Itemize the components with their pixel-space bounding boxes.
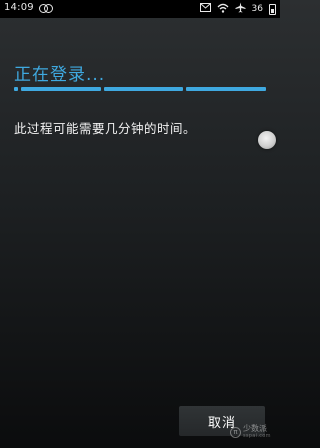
sync-icon bbox=[38, 3, 53, 13]
progress-segment bbox=[21, 87, 101, 91]
dialog-message: 此过程可能需要几分钟的时间。 bbox=[14, 121, 197, 136]
mail-icon bbox=[199, 3, 211, 15]
progress-segment bbox=[103, 87, 184, 91]
airplane-icon bbox=[235, 2, 246, 16]
watermark-sub: sspai.com bbox=[243, 433, 271, 439]
progress-segment bbox=[14, 87, 18, 91]
battery-level: 36 bbox=[251, 4, 263, 14]
battery-icon bbox=[269, 3, 276, 15]
status-bar: 14:09 36 bbox=[0, 0, 280, 18]
wifi-icon bbox=[217, 3, 229, 16]
assistive-touch-button[interactable] bbox=[258, 131, 276, 149]
sspai-logo-icon: π bbox=[230, 426, 241, 438]
watermark: π 少数派 sspai.com bbox=[230, 425, 271, 439]
progress-segment bbox=[186, 87, 267, 91]
watermark-brand: 少数派 bbox=[243, 424, 267, 433]
indeterminate-progress-bar bbox=[14, 87, 267, 91]
status-time: 14:09 bbox=[4, 2, 34, 13]
dialog-title: 正在登录... bbox=[14, 65, 106, 85]
